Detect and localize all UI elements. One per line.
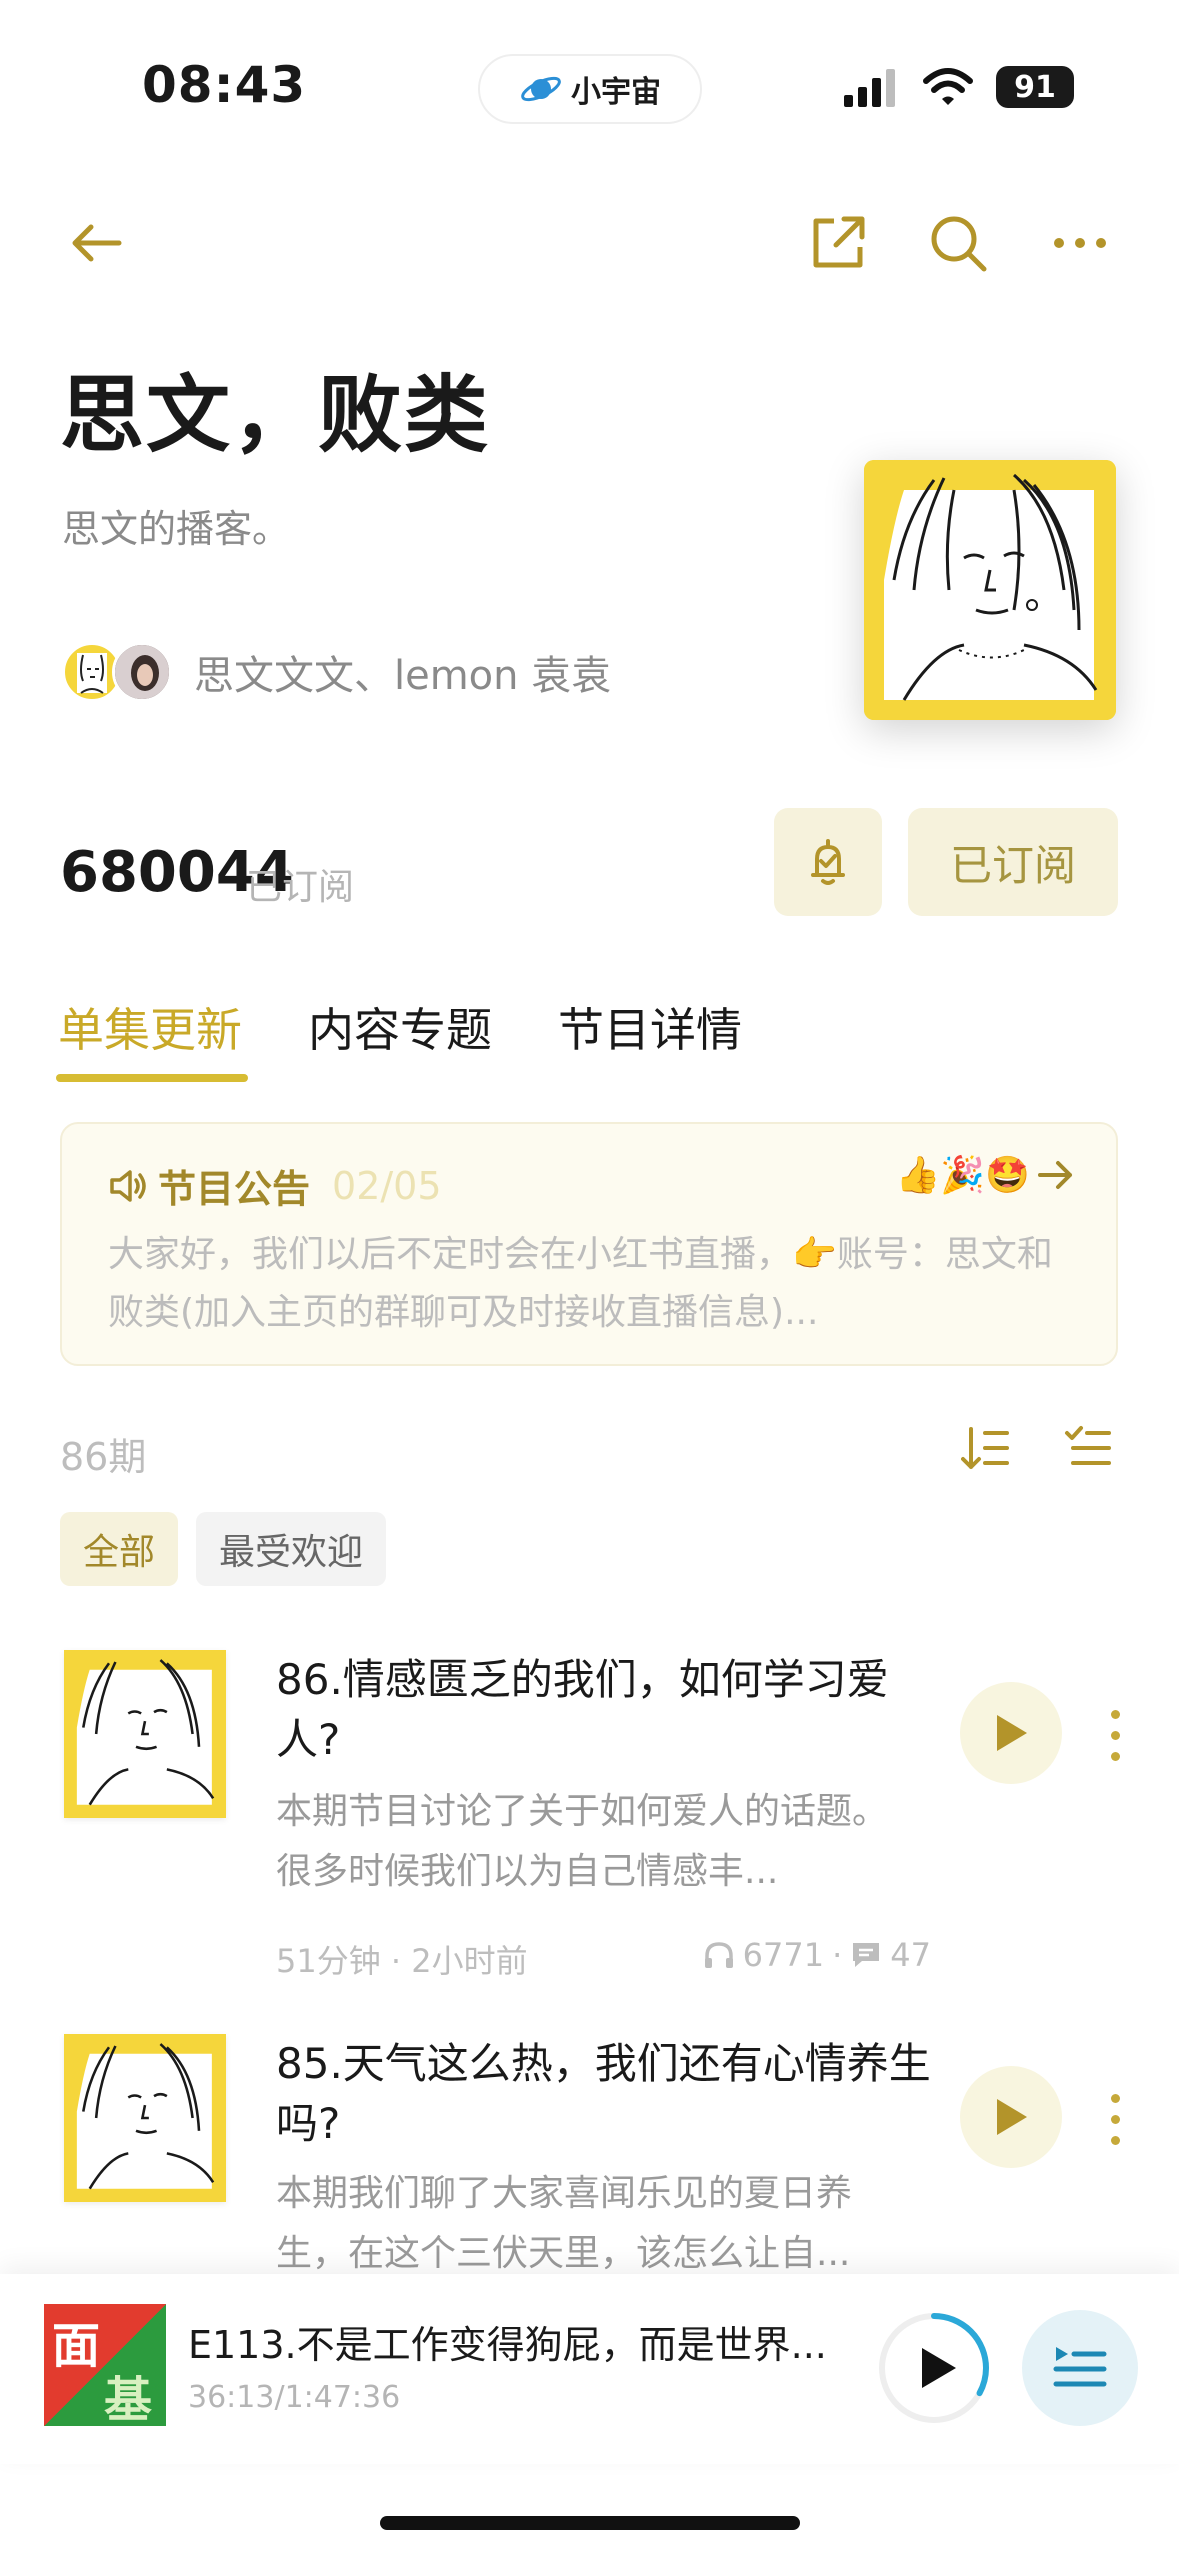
mini-player[interactable]: 面 基 E113.不是工作变得狗屁，而是世界... 36:13/1:47:36 [0, 2274, 1179, 2464]
status-icons: 91 [842, 62, 1074, 112]
app-pill: 小宇宙 [478, 54, 702, 124]
multi-select-button[interactable] [1056, 1416, 1120, 1480]
playlist-button[interactable] [1022, 2310, 1138, 2426]
search-icon [931, 216, 987, 272]
player-cover[interactable]: 面 基 [44, 2304, 166, 2426]
speaker-icon [110, 1169, 146, 1202]
tab-topics[interactable]: 内容专题 [308, 994, 492, 1060]
play-progress-icon [879, 2313, 989, 2423]
sort-button[interactable] [954, 1416, 1018, 1480]
player-progress-time: 36:13/1:47:36 [188, 2380, 401, 2415]
svg-text:面: 面 [52, 2318, 100, 2374]
battery-indicator: 91 [996, 66, 1074, 108]
podcast-title: 思文，败类 [60, 366, 491, 464]
announcement-header: 节目公告 02/05 [108, 1158, 442, 1213]
announcement-reactions: 👍🎉🤩 [896, 1154, 1076, 1196]
subscriber-label: 已订阅 [246, 867, 355, 908]
reaction-emojis: 👍🎉🤩 [895, 1155, 1030, 1196]
hosts-row[interactable]: 思文文文、lemon 袁袁 [62, 642, 611, 702]
app-pill-label: 小宇宙 [571, 75, 661, 110]
filter-chip-all[interactable]: 全部 [60, 1512, 178, 1586]
host-avatar [112, 642, 172, 702]
arrow-right-icon [1038, 1161, 1072, 1189]
stats-separator: · [832, 1936, 843, 1974]
search-button[interactable] [920, 205, 996, 281]
episode-play-button[interactable] [960, 1682, 1062, 1784]
svg-text:基: 基 [104, 2372, 152, 2426]
announcement-body: 大家好，我们以后不定时会在小红书直播，👉账号：思文和败类(加入主页的群聊可及时接… [108, 1234, 1053, 1333]
announcement-date: 02/05 [332, 1163, 442, 1208]
active-tab-indicator [56, 1074, 248, 1082]
notification-button[interactable] [774, 808, 882, 916]
episode-play-button[interactable] [960, 2066, 1062, 2168]
more-options-button[interactable] [1042, 205, 1118, 281]
announcement-card[interactable]: 节目公告 02/05 👍🎉🤩 大家好，我们以后不定时会在小红书直播，👉账号：思文… [60, 1122, 1118, 1366]
share-icon [813, 216, 865, 268]
podcast-cover [864, 460, 1116, 720]
episode-meta: 51分钟 · 2小时前 [276, 1942, 528, 1980]
play-icon [997, 2099, 1027, 2135]
wifi-icon [923, 68, 973, 105]
subscribed-button[interactable]: 已订阅 [908, 808, 1118, 916]
player-play-button[interactable] [876, 2310, 992, 2426]
episode-cover[interactable] [64, 2034, 226, 2202]
tab-details[interactable]: 节目详情 [558, 994, 742, 1060]
planet-icon [521, 76, 561, 102]
episode-description: 本期我们聊了大家喜闻乐见的夏日养生，在这个三伏天里，该怎么让自... [276, 2173, 853, 2274]
play-icon [997, 1715, 1027, 1751]
episode-count: 86期 [60, 1435, 147, 1479]
episode-stats: 6771 · 47 [703, 1936, 931, 1974]
announcement-title: 节目公告 [158, 1167, 311, 1211]
sort-order-icon [961, 1427, 1009, 1469]
headphones-icon [704, 1942, 733, 1968]
home-indicator[interactable] [380, 2516, 800, 2530]
signal-icon [844, 69, 895, 107]
hosts-names: 思文文文、lemon 袁袁 [194, 653, 612, 699]
play-count: 6771 [742, 1936, 825, 1974]
arrow-left-icon [72, 224, 122, 262]
filter-chip-popular[interactable]: 最受欢迎 [196, 1512, 386, 1586]
comment-icon [853, 1943, 880, 1967]
comment-count: 47 [890, 1936, 931, 1974]
episode-title[interactable]: 85.天气这么热，我们还有心情养生吗? [276, 2034, 936, 2154]
back-button[interactable] [58, 205, 134, 281]
tab-episodes[interactable]: 单集更新 [58, 994, 242, 1060]
podcast-description: 思文的播客。 [62, 507, 291, 551]
player-episode-title[interactable]: E113.不是工作变得狗屁，而是世界... [188, 2314, 828, 2369]
playlist-icon [1053, 2347, 1107, 2387]
more-horizontal-icon [1054, 238, 1106, 248]
share-button[interactable] [800, 205, 876, 281]
episode-more-button[interactable] [1100, 1710, 1130, 1761]
status-time: 08:43 [142, 56, 307, 114]
bell-icon [811, 839, 845, 885]
checklist-icon [1065, 1426, 1111, 1465]
episode-more-button[interactable] [1100, 2094, 1130, 2145]
episode-title[interactable]: 86.情感匮乏的我们，如何学习爱人? [276, 1650, 936, 1770]
episode-description: 本期节目讨论了关于如何爱人的话题。很多时候我们以为自己情感丰... [276, 1791, 889, 1892]
episode-cover[interactable] [64, 1650, 226, 1818]
